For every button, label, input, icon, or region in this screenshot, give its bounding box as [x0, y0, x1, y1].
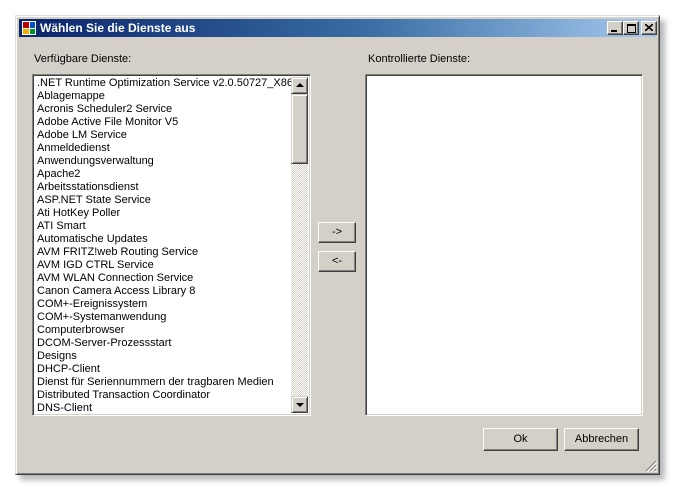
- list-item[interactable]: Arbeitsstationsdienst: [36, 181, 291, 194]
- maximize-icon[interactable]: [623, 21, 639, 35]
- list-item[interactable]: ASP.NET State Service: [36, 194, 291, 207]
- list-item[interactable]: ATI Smart: [36, 220, 291, 233]
- controlled-services-label: Kontrollierte Dienste:: [368, 53, 471, 65]
- arrow-up-icon: [296, 83, 304, 87]
- list-item[interactable]: Anwendungsverwaltung: [36, 155, 291, 168]
- list-item[interactable]: Automatische Updates: [36, 233, 291, 246]
- list-item[interactable]: DNS-Client: [36, 402, 291, 415]
- list-item[interactable]: AVM WLAN Connection Service: [36, 272, 291, 285]
- ok-button[interactable]: Ok: [483, 428, 558, 451]
- list-item[interactable]: Designs: [36, 350, 291, 363]
- title-bar[interactable]: Wählen Sie die Dienste aus: [19, 19, 657, 37]
- dialog-window: Wählen Sie die Dienste aus Verfügbare Di…: [15, 15, 660, 475]
- list-item[interactable]: .NET Runtime Optimization Service v2.0.5…: [36, 77, 291, 90]
- list-item[interactable]: AVM IGD CTRL Service: [36, 259, 291, 272]
- list-item[interactable]: COM+-Systemanwendung: [36, 311, 291, 324]
- resize-grip-icon[interactable]: [645, 460, 657, 472]
- available-services-label: Verfügbare Dienste:: [34, 53, 132, 65]
- cancel-button[interactable]: Abbrechen: [564, 428, 639, 451]
- list-item[interactable]: Adobe Active File Monitor V5: [36, 116, 291, 129]
- add-service-button[interactable]: ->: [318, 222, 356, 243]
- list-item[interactable]: Computerbrowser: [36, 324, 291, 337]
- scroll-down-button[interactable]: [291, 396, 308, 413]
- list-item[interactable]: Apache2: [36, 168, 291, 181]
- remove-service-button[interactable]: <-: [318, 251, 356, 272]
- list-item[interactable]: Dienst für Seriennummern der tragbaren M…: [36, 376, 291, 389]
- scroll-thumb[interactable]: [291, 94, 308, 164]
- available-services-items: .NET Runtime Optimization Service v2.0.5…: [36, 77, 291, 415]
- list-item[interactable]: DCOM-Server-Prozessstart: [36, 337, 291, 350]
- available-services-list[interactable]: .NET Runtime Optimization Service v2.0.5…: [32, 74, 311, 416]
- list-item[interactable]: Acronis Scheduler2 Service: [36, 103, 291, 116]
- scroll-up-button[interactable]: [291, 77, 308, 94]
- list-item[interactable]: AVM FRITZ!web Routing Service: [36, 246, 291, 259]
- app-icon: [22, 21, 36, 35]
- list-item[interactable]: Anmeldedienst: [36, 142, 291, 155]
- close-icon[interactable]: [641, 21, 657, 35]
- list-item[interactable]: Ablagemappe: [36, 90, 291, 103]
- list-item[interactable]: Canon Camera Access Library 8: [36, 285, 291, 298]
- window-title: Wählen Sie die Dienste aus: [40, 21, 196, 35]
- minimize-icon[interactable]: [607, 21, 623, 35]
- available-services-scrollbar[interactable]: [291, 77, 308, 413]
- list-item[interactable]: DHCP-Client: [36, 363, 291, 376]
- list-item[interactable]: Distributed Transaction Coordinator: [36, 389, 291, 402]
- list-item[interactable]: COM+-Ereignissystem: [36, 298, 291, 311]
- list-item[interactable]: Ati HotKey Poller: [36, 207, 291, 220]
- list-item[interactable]: Adobe LM Service: [36, 129, 291, 142]
- arrow-down-icon: [296, 403, 304, 407]
- controlled-services-list[interactable]: [365, 74, 643, 416]
